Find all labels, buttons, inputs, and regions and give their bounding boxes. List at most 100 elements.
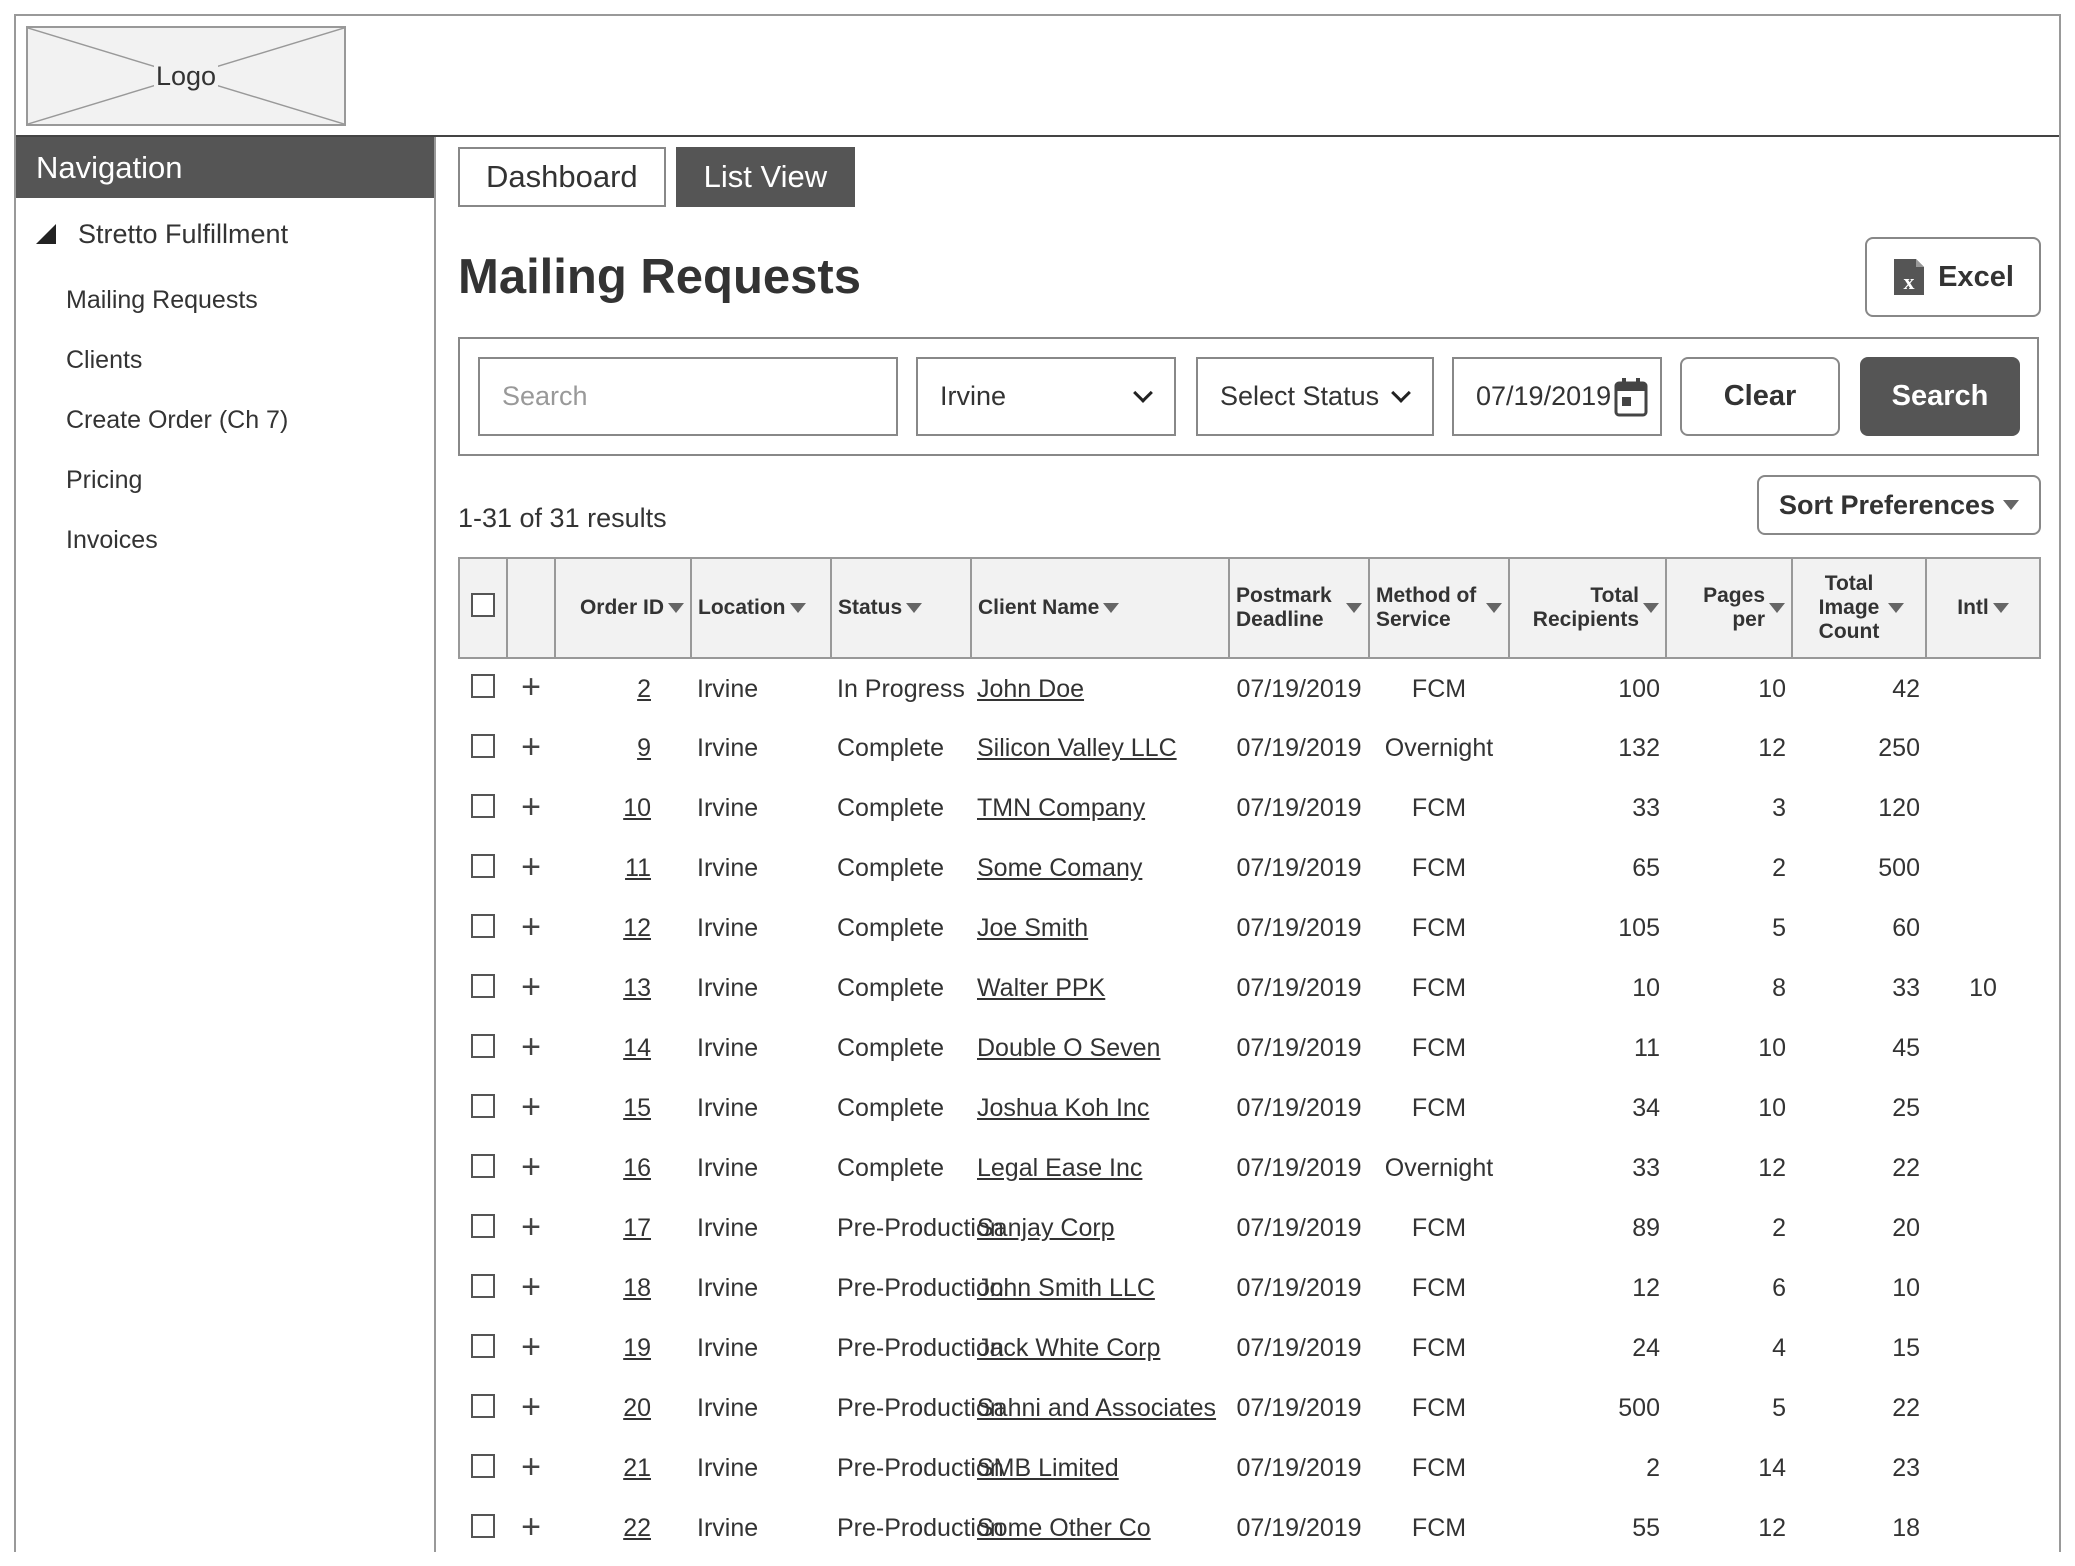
- row-checkbox[interactable]: [471, 913, 495, 938]
- order-id-link[interactable]: 14: [623, 1034, 651, 1062]
- expand-plus-icon[interactable]: +: [521, 908, 541, 946]
- sidebar-item-create-order[interactable]: Create Order (Ch 7): [16, 390, 434, 450]
- row-select-cell: [459, 1138, 507, 1198]
- client-name-link[interactable]: Silicon Valley LLC: [977, 734, 1177, 762]
- order-id-link[interactable]: 9: [637, 734, 651, 762]
- client-name-cell: Joshua Koh Inc: [971, 1078, 1229, 1138]
- client-name-link[interactable]: Some Comany: [977, 854, 1142, 882]
- row-checkbox[interactable]: [471, 1273, 495, 1298]
- order-id-link[interactable]: 18: [623, 1274, 651, 1302]
- select-all-checkbox[interactable]: [471, 593, 495, 617]
- expand-plus-icon[interactable]: +: [521, 1508, 541, 1546]
- client-name-link[interactable]: Walter PPK: [977, 974, 1105, 1002]
- client-name-link[interactable]: Jack White Corp: [977, 1334, 1160, 1362]
- nav-group-stretto-fulfillment[interactable]: Stretto Fulfillment: [16, 198, 434, 270]
- client-name-link[interactable]: TMN Company: [977, 794, 1145, 822]
- header-intl[interactable]: Intl: [1925, 557, 2041, 659]
- client-name-cell: Legal Ease Inc: [971, 1138, 1229, 1198]
- excel-export-button[interactable]: x Excel: [1865, 237, 2041, 317]
- order-id-link[interactable]: 22: [623, 1514, 651, 1542]
- row-checkbox[interactable]: [471, 733, 495, 758]
- tab-dashboard[interactable]: Dashboard: [458, 147, 666, 207]
- client-name-link[interactable]: John Doe: [977, 675, 1084, 703]
- header-status[interactable]: Status: [830, 557, 972, 659]
- order-id-link[interactable]: 15: [623, 1094, 651, 1122]
- row-checkbox[interactable]: [471, 1393, 495, 1418]
- clear-button[interactable]: Clear: [1680, 357, 1840, 436]
- client-name-link[interactable]: Double O Seven: [977, 1034, 1160, 1062]
- order-id-link[interactable]: 13: [623, 974, 651, 1002]
- sort-preferences-button[interactable]: Sort Preferences: [1757, 475, 2041, 535]
- order-id-cell: 11: [555, 838, 691, 898]
- expand-plus-icon[interactable]: +: [521, 668, 541, 706]
- total-image-count-cell: 18: [1892, 1514, 1920, 1542]
- header-location[interactable]: Location: [690, 557, 832, 659]
- order-id-link[interactable]: 17: [623, 1214, 651, 1242]
- row-checkbox[interactable]: [471, 1093, 495, 1118]
- expand-plus-icon[interactable]: +: [521, 728, 541, 766]
- row-checkbox[interactable]: [471, 1033, 495, 1058]
- expand-plus-icon[interactable]: +: [521, 1148, 541, 1186]
- row-checkbox[interactable]: [471, 793, 495, 818]
- table-body: +2 Irvine In Progress John Doe 07/19/2019 FCM…: [459, 658, 2040, 1552]
- client-name-link[interactable]: Legal Ease Inc: [977, 1154, 1142, 1182]
- expand-plus-icon[interactable]: +: [521, 1448, 541, 1486]
- expand-plus-icon[interactable]: +: [521, 848, 541, 886]
- pages-per-cell: 5: [1772, 914, 1786, 942]
- header-pages-per[interactable]: Pages per: [1665, 557, 1793, 659]
- order-id-link[interactable]: 10: [623, 794, 651, 822]
- row-checkbox[interactable]: [471, 674, 495, 698]
- expand-plus-icon[interactable]: +: [521, 1268, 541, 1306]
- tab-list-view[interactable]: List View: [675, 147, 856, 207]
- order-id-link[interactable]: 19: [623, 1334, 651, 1362]
- search-input[interactable]: [478, 357, 898, 436]
- header-total-recipients[interactable]: Total Recipients: [1508, 557, 1667, 659]
- sort-caret-icon: [906, 603, 923, 613]
- status-cell: Complete: [837, 974, 944, 1002]
- row-checkbox[interactable]: [471, 973, 495, 998]
- client-name-link[interactable]: Sahni and Associates: [977, 1394, 1216, 1422]
- order-id-link[interactable]: 2: [637, 675, 651, 703]
- search-button[interactable]: Search: [1860, 357, 2020, 436]
- sidebar-item-mailing-requests[interactable]: Mailing Requests: [16, 270, 434, 330]
- client-name-link[interactable]: SMB Limited: [977, 1454, 1119, 1482]
- order-id-link[interactable]: 20: [623, 1394, 651, 1422]
- sidebar-item-clients[interactable]: Clients: [16, 330, 434, 390]
- location-select[interactable]: Irvine: [916, 357, 1176, 436]
- client-name-link[interactable]: Some Other Co: [977, 1514, 1151, 1542]
- expand-plus-icon[interactable]: +: [521, 1388, 541, 1426]
- total-recipients-cell: 100: [1618, 674, 1660, 703]
- expand-plus-icon[interactable]: +: [521, 788, 541, 826]
- expand-plus-icon[interactable]: +: [521, 1028, 541, 1066]
- status-select[interactable]: Select Status: [1196, 357, 1434, 436]
- expand-plus-icon[interactable]: +: [521, 1328, 541, 1366]
- client-name-link[interactable]: John Smith LLC: [977, 1274, 1155, 1302]
- row-checkbox[interactable]: [471, 853, 495, 878]
- header-postmark-deadline[interactable]: Postmark Deadline: [1228, 557, 1370, 659]
- row-checkbox[interactable]: [471, 1513, 495, 1538]
- row-checkbox[interactable]: [471, 1153, 495, 1178]
- header-total-image-count[interactable]: Total Image Count: [1791, 557, 1927, 659]
- order-id-link[interactable]: 12: [623, 914, 651, 942]
- total-recipients-cell: 10: [1632, 974, 1660, 1002]
- order-id-link[interactable]: 21: [623, 1454, 651, 1482]
- client-name-link[interactable]: Sanjay Corp: [977, 1214, 1115, 1242]
- header-client-name[interactable]: Client Name: [970, 557, 1230, 659]
- client-name-link[interactable]: Joshua Koh Inc: [977, 1094, 1149, 1122]
- client-name-link[interactable]: Joe Smith: [977, 914, 1088, 942]
- expand-plus-icon[interactable]: +: [521, 968, 541, 1006]
- order-id-link[interactable]: 16: [623, 1154, 651, 1182]
- order-id-link[interactable]: 11: [625, 854, 651, 882]
- header-order-id[interactable]: Order ID: [554, 557, 692, 659]
- date-picker[interactable]: 07/19/2019: [1452, 357, 1662, 436]
- header-method-of-service[interactable]: Method of Service: [1368, 557, 1510, 659]
- sidebar-item-pricing[interactable]: Pricing: [16, 450, 434, 510]
- row-checkbox[interactable]: [471, 1213, 495, 1238]
- row-checkbox[interactable]: [471, 1453, 495, 1478]
- row-checkbox[interactable]: [471, 1333, 495, 1358]
- method-of-service-cell: FCM: [1411, 974, 1467, 1002]
- calendar-icon[interactable]: [1614, 377, 1648, 417]
- expand-plus-icon[interactable]: +: [521, 1088, 541, 1126]
- expand-plus-icon[interactable]: +: [521, 1208, 541, 1246]
- sidebar-item-invoices[interactable]: Invoices: [16, 510, 434, 570]
